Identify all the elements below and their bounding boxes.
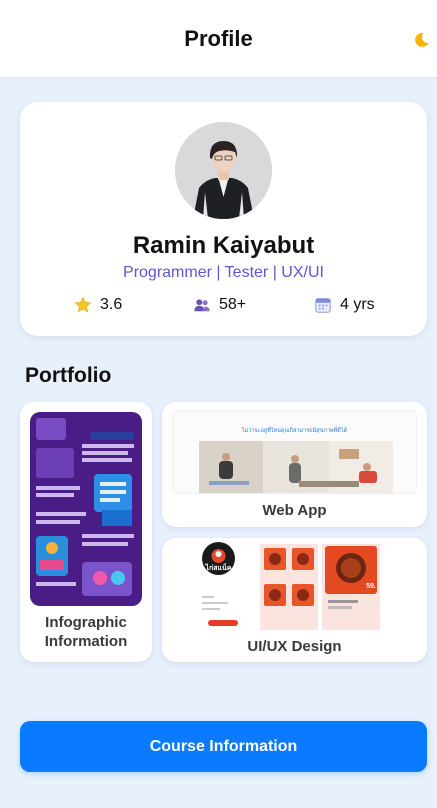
portfolio-item-web-app[interactable]: ไม่ว่าจะอยู่ที่ไหนคุณก็สามารถมีสุขภาพที่… bbox=[162, 402, 427, 527]
infographic-thumbnail bbox=[30, 412, 142, 606]
product-price: 59. bbox=[366, 583, 376, 590]
portfolio-item-label: Infographic Information bbox=[44, 614, 128, 650]
portfolio-title: Portfolio bbox=[25, 364, 112, 387]
page-title: Profile bbox=[184, 25, 253, 51]
portfolio-item-label: UI/UX Design bbox=[247, 638, 342, 655]
portfolio-item-label: Web App bbox=[262, 502, 327, 519]
stat-followers-value: 58+ bbox=[219, 296, 247, 313]
portfolio-item-ui-ux[interactable]: ไก่สแน็ค 59. UI/UX Design bbox=[162, 538, 427, 662]
app-header: Profile bbox=[0, 0, 437, 78]
profile-stats: 3.6 58+ 4 yrs bbox=[20, 296, 427, 322]
menu-screen-thumbnail bbox=[260, 544, 318, 630]
course-information-button[interactable]: Course Information bbox=[20, 721, 427, 772]
profile-name: Ramin Kaiyabut bbox=[132, 232, 315, 259]
avatar bbox=[175, 122, 272, 219]
brand-logo-text: ไก่สแน็ค bbox=[205, 565, 232, 572]
stat-rating: 3.6 bbox=[74, 296, 122, 314]
product-screen-thumbnail: 59. bbox=[322, 544, 380, 630]
brand-logo: ไก่สแน็ค bbox=[202, 542, 235, 575]
portfolio-item-infographic[interactable]: Infographic Information bbox=[20, 402, 152, 662]
stat-followers: 58+ bbox=[193, 296, 246, 314]
stat-rating-value: 3.6 bbox=[100, 296, 123, 313]
star-icon bbox=[74, 296, 92, 313]
stat-experience: 4 yrs bbox=[314, 296, 375, 314]
people-icon bbox=[194, 299, 210, 312]
profile-roles: Programmer | Tester | UX/UI bbox=[123, 264, 324, 281]
profile-card: Ramin Kaiyabut Programmer | Tester | UX/… bbox=[20, 102, 427, 336]
web-app-banner-text: ไม่ว่าจะอยู่ที่ไหนคุณก็สามารถมีสุขภาพที่… bbox=[241, 428, 348, 434]
calendar-icon bbox=[315, 298, 331, 313]
moon-icon[interactable] bbox=[411, 30, 431, 50]
stat-experience-value: 4 yrs bbox=[340, 296, 375, 313]
web-app-thumbnail: ไม่ว่าจะอยู่ที่ไหนคุณก็สามารถมีสุขภาพที่… bbox=[172, 410, 417, 494]
